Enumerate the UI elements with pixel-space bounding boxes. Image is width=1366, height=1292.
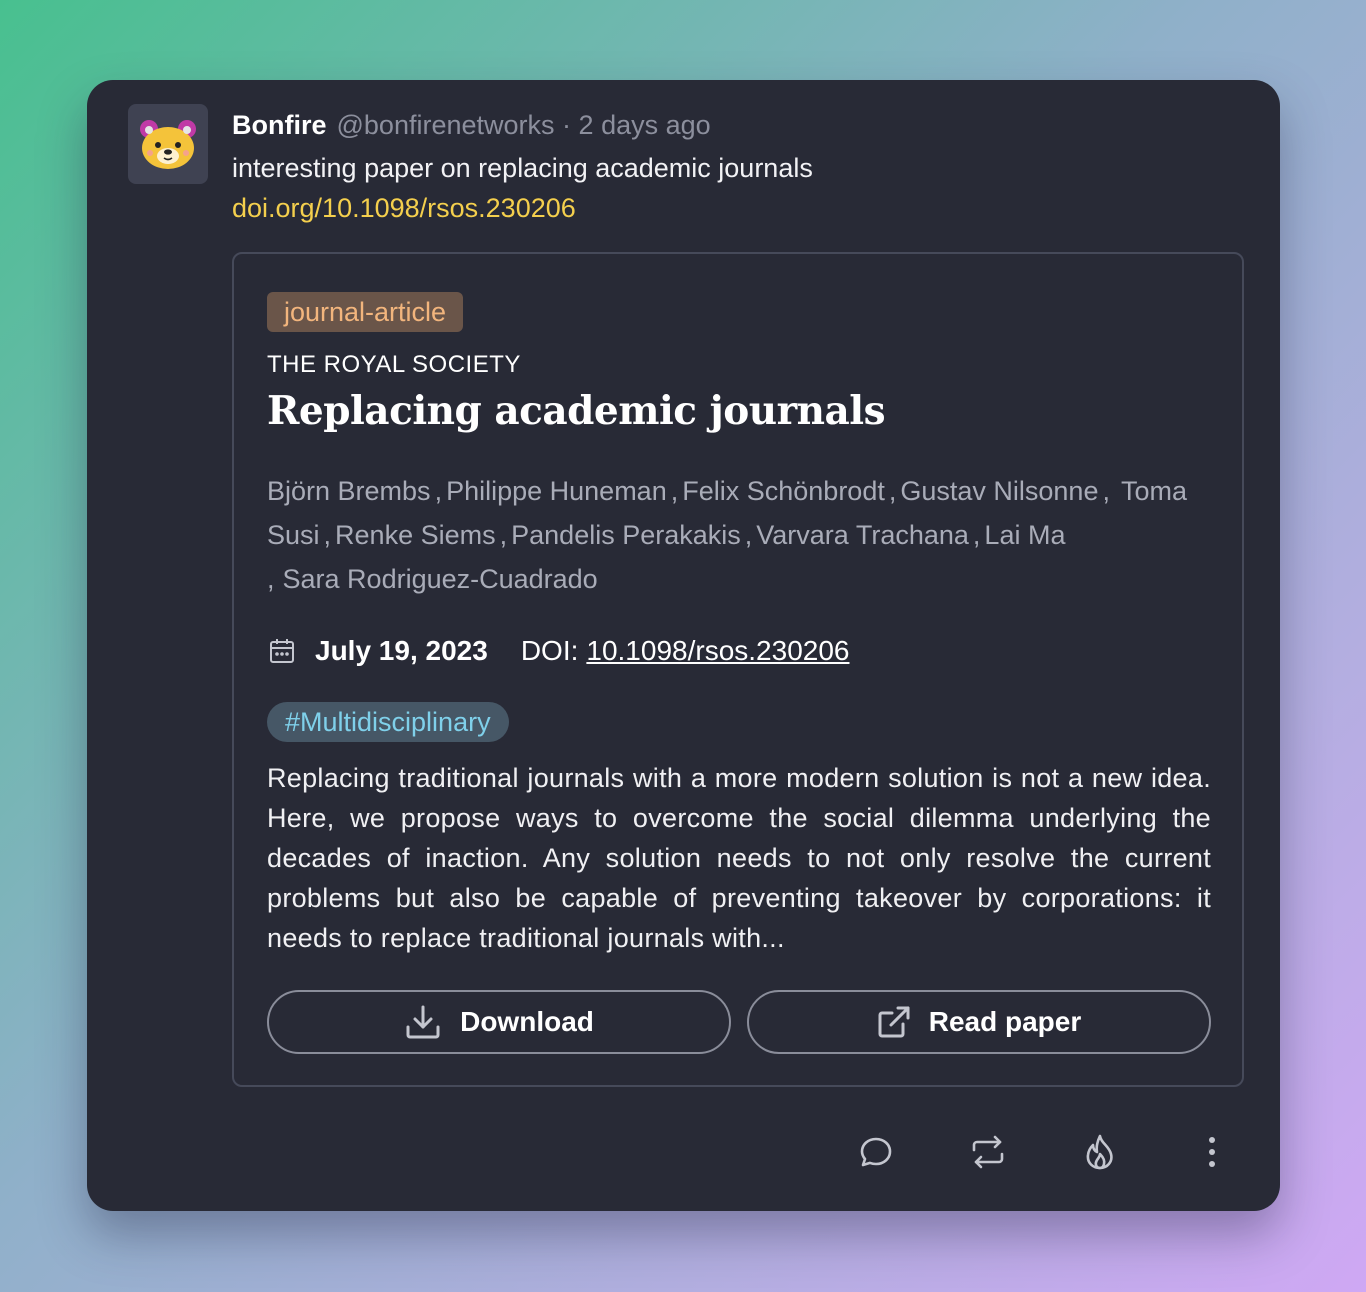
author-item: Felix Schönbrodt bbox=[682, 476, 885, 506]
boost-icon bbox=[972, 1135, 1004, 1169]
post-link[interactable]: doi.org/10.1098/rsos.230206 bbox=[232, 191, 576, 225]
author-handle[interactable]: @bonfirenetworks bbox=[337, 110, 555, 140]
author-separator: , bbox=[323, 520, 332, 550]
download-label: Download bbox=[460, 1006, 594, 1037]
download-button[interactable]: Download bbox=[267, 990, 731, 1054]
publication-date: July 19, 2023 bbox=[315, 635, 488, 666]
post-header: Bonfire @bonfirenetworks · 2 days ago bbox=[232, 108, 711, 142]
post-text: interesting paper on replacing academic … bbox=[232, 153, 813, 183]
more-options-button[interactable] bbox=[1190, 1130, 1234, 1174]
paper-preview-card: journal-article THE ROYAL SOCIETY Replac… bbox=[232, 252, 1244, 1087]
author-item: Renke Siems bbox=[335, 520, 496, 550]
author-item: Björn Brembs bbox=[267, 476, 431, 506]
external-link-icon bbox=[878, 1006, 910, 1038]
doi-label: DOI: bbox=[520, 635, 579, 666]
publisher: THE ROYAL SOCIETY bbox=[267, 351, 521, 378]
author-separator: , bbox=[499, 520, 508, 550]
author-separator: , bbox=[972, 520, 981, 550]
reply-icon bbox=[860, 1137, 892, 1167]
post-actions bbox=[87, 1130, 1280, 1174]
doi-link[interactable]: 10.1098/rsos.230206 bbox=[586, 635, 849, 667]
read-paper-label: Read paper bbox=[928, 1006, 1082, 1037]
author-separator: , bbox=[888, 476, 897, 506]
author-separator: , bbox=[1102, 476, 1110, 506]
download-icon bbox=[406, 1005, 440, 1039]
header-separator: · bbox=[562, 110, 572, 140]
post-timestamp[interactable]: 2 days ago bbox=[579, 110, 711, 140]
flame-icon bbox=[1086, 1134, 1113, 1170]
author-separator: , bbox=[267, 564, 275, 594]
meta-row: July 19, 2023 DOI: 10.1098/rsos.230206 bbox=[267, 631, 849, 671]
type-badge: journal-article bbox=[267, 292, 464, 332]
author-item: Lai Ma bbox=[984, 520, 1066, 550]
more-icon bbox=[1209, 1137, 1215, 1167]
abstract: Replacing traditional journals with a mo… bbox=[267, 763, 1211, 953]
boost-button[interactable] bbox=[966, 1130, 1010, 1174]
author-separator: , bbox=[744, 520, 753, 550]
author-separator: , bbox=[434, 476, 443, 506]
author-item: Pandelis Perakakis bbox=[511, 520, 741, 550]
calendar-icon bbox=[267, 636, 297, 666]
author-name[interactable]: Bonfire bbox=[232, 110, 327, 140]
avatar[interactable] bbox=[128, 104, 208, 184]
author-separator: , bbox=[670, 476, 679, 506]
post-card: Bonfire @bonfirenetworks · 2 days ago int… bbox=[87, 80, 1280, 1211]
hashtag-multidisciplinary[interactable]: #Multidisciplinary bbox=[267, 702, 509, 742]
reply-button[interactable] bbox=[854, 1130, 898, 1174]
author-item: Varvara Trachana bbox=[756, 520, 969, 550]
author-list: Björn Brembs, Philippe Huneman, Felix Schö… bbox=[267, 469, 1212, 601]
bear-avatar-icon bbox=[140, 120, 196, 169]
paper-title[interactable]: Replacing academic journals bbox=[267, 386, 886, 436]
author-item: Gustav Nilsonne bbox=[900, 476, 1099, 506]
read-paper-button[interactable]: Read paper bbox=[747, 990, 1211, 1054]
like-button[interactable] bbox=[1078, 1130, 1122, 1174]
author-item: Philippe Huneman bbox=[446, 476, 667, 506]
author-item: Sara Rodriguez-Cuadrado bbox=[282, 564, 598, 594]
